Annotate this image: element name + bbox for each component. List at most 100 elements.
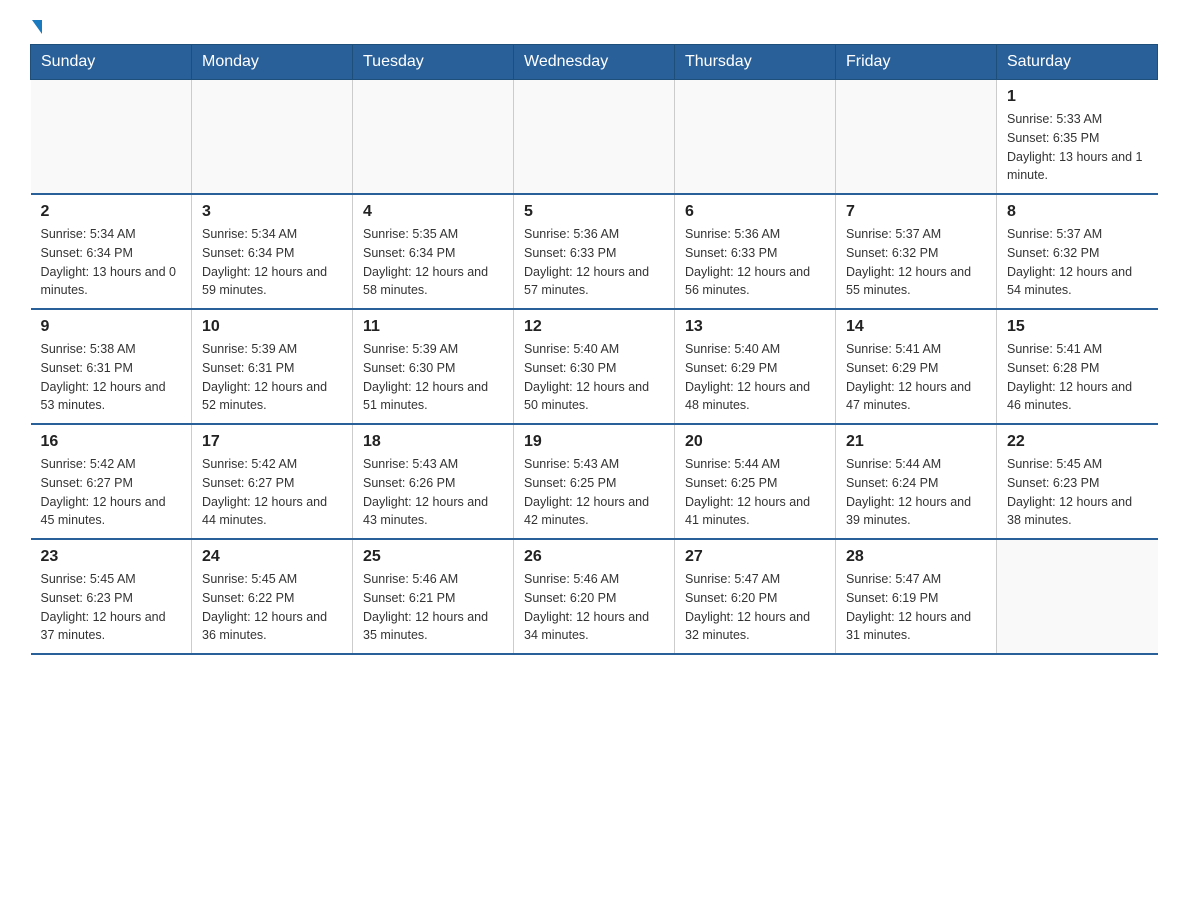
calendar-header-row: SundayMondayTuesdayWednesdayThursdayFrid… (31, 45, 1158, 80)
calendar-day-cell: 6 Sunrise: 5:36 AM Sunset: 6:33 PM Daylig… (675, 194, 836, 309)
day-info: Sunrise: 5:46 AM Sunset: 6:21 PM Dayligh… (363, 570, 503, 645)
day-number: 22 (1007, 433, 1148, 451)
day-number: 3 (202, 203, 342, 221)
day-info: Sunrise: 5:36 AM Sunset: 6:33 PM Dayligh… (524, 225, 664, 300)
day-number: 23 (41, 548, 182, 566)
day-number: 16 (41, 433, 182, 451)
calendar-day-cell: 24 Sunrise: 5:45 AM Sunset: 6:22 PM Dayli… (192, 539, 353, 654)
calendar-day-cell (192, 80, 353, 195)
calendar-day-cell (353, 80, 514, 195)
day-number: 28 (846, 548, 986, 566)
calendar-week-row: 2 Sunrise: 5:34 AM Sunset: 6:34 PM Daylig… (31, 194, 1158, 309)
day-number: 12 (524, 318, 664, 336)
calendar-day-cell: 17 Sunrise: 5:42 AM Sunset: 6:27 PM Dayli… (192, 424, 353, 539)
logo-arrow-icon (32, 20, 42, 34)
calendar-table: SundayMondayTuesdayWednesdayThursdayFrid… (30, 44, 1158, 655)
day-number: 5 (524, 203, 664, 221)
day-info: Sunrise: 5:34 AM Sunset: 6:34 PM Dayligh… (202, 225, 342, 300)
day-of-week-header: Monday (192, 45, 353, 80)
day-number: 15 (1007, 318, 1148, 336)
day-info: Sunrise: 5:36 AM Sunset: 6:33 PM Dayligh… (685, 225, 825, 300)
calendar-week-row: 1 Sunrise: 5:33 AM Sunset: 6:35 PM Daylig… (31, 80, 1158, 195)
day-info: Sunrise: 5:47 AM Sunset: 6:19 PM Dayligh… (846, 570, 986, 645)
calendar-day-cell: 20Sunrise: 5:44 AM Sunset: 6:25 PM Dayli… (675, 424, 836, 539)
day-info: Sunrise: 5:38 AM Sunset: 6:31 PM Dayligh… (41, 340, 182, 415)
day-number: 4 (363, 203, 503, 221)
day-number: 19 (524, 433, 664, 451)
calendar-day-cell: 8 Sunrise: 5:37 AM Sunset: 6:32 PM Daylig… (997, 194, 1158, 309)
calendar-day-cell: 16 Sunrise: 5:42 AM Sunset: 6:27 PM Dayli… (31, 424, 192, 539)
calendar-day-cell: 18Sunrise: 5:43 AM Sunset: 6:26 PM Dayli… (353, 424, 514, 539)
day-info: Sunrise: 5:35 AM Sunset: 6:34 PM Dayligh… (363, 225, 503, 300)
day-info: Sunrise: 5:43 AM Sunset: 6:25 PM Dayligh… (524, 455, 664, 530)
day-info: Sunrise: 5:39 AM Sunset: 6:30 PM Dayligh… (363, 340, 503, 415)
day-number: 7 (846, 203, 986, 221)
calendar-day-cell: 4 Sunrise: 5:35 AM Sunset: 6:34 PM Daylig… (353, 194, 514, 309)
day-number: 17 (202, 433, 342, 451)
day-of-week-header: Tuesday (353, 45, 514, 80)
day-info: Sunrise: 5:33 AM Sunset: 6:35 PM Dayligh… (1007, 110, 1148, 185)
day-info: Sunrise: 5:41 AM Sunset: 6:29 PM Dayligh… (846, 340, 986, 415)
day-of-week-header: Thursday (675, 45, 836, 80)
calendar-day-cell: 2 Sunrise: 5:34 AM Sunset: 6:34 PM Daylig… (31, 194, 192, 309)
calendar-day-cell: 26Sunrise: 5:46 AM Sunset: 6:20 PM Dayli… (514, 539, 675, 654)
calendar-day-cell: 7 Sunrise: 5:37 AM Sunset: 6:32 PM Daylig… (836, 194, 997, 309)
day-info: Sunrise: 5:47 AM Sunset: 6:20 PM Dayligh… (685, 570, 825, 645)
day-number: 24 (202, 548, 342, 566)
calendar-day-cell: 5 Sunrise: 5:36 AM Sunset: 6:33 PM Daylig… (514, 194, 675, 309)
calendar-week-row: 23 Sunrise: 5:45 AM Sunset: 6:23 PM Dayli… (31, 539, 1158, 654)
logo (30, 20, 42, 34)
day-number: 13 (685, 318, 825, 336)
day-info: Sunrise: 5:34 AM Sunset: 6:34 PM Dayligh… (41, 225, 182, 300)
day-info: Sunrise: 5:44 AM Sunset: 6:25 PM Dayligh… (685, 455, 825, 530)
day-of-week-header: Saturday (997, 45, 1158, 80)
day-info: Sunrise: 5:40 AM Sunset: 6:29 PM Dayligh… (685, 340, 825, 415)
day-number: 8 (1007, 203, 1148, 221)
calendar-week-row: 16 Sunrise: 5:42 AM Sunset: 6:27 PM Dayli… (31, 424, 1158, 539)
calendar-day-cell: 19 Sunrise: 5:43 AM Sunset: 6:25 PM Dayli… (514, 424, 675, 539)
calendar-day-cell: 12 Sunrise: 5:40 AM Sunset: 6:30 PM Dayli… (514, 309, 675, 424)
day-number: 1 (1007, 88, 1148, 106)
day-number: 25 (363, 548, 503, 566)
day-number: 2 (41, 203, 182, 221)
day-number: 9 (41, 318, 182, 336)
calendar-day-cell: 28 Sunrise: 5:47 AM Sunset: 6:19 PM Dayli… (836, 539, 997, 654)
day-info: Sunrise: 5:42 AM Sunset: 6:27 PM Dayligh… (41, 455, 182, 530)
calendar-day-cell: 21Sunrise: 5:44 AM Sunset: 6:24 PM Dayli… (836, 424, 997, 539)
calendar-day-cell: 9 Sunrise: 5:38 AM Sunset: 6:31 PM Daylig… (31, 309, 192, 424)
day-info: Sunrise: 5:41 AM Sunset: 6:28 PM Dayligh… (1007, 340, 1148, 415)
calendar-day-cell: 13 Sunrise: 5:40 AM Sunset: 6:29 PM Dayli… (675, 309, 836, 424)
day-number: 14 (846, 318, 986, 336)
calendar-day-cell: 10Sunrise: 5:39 AM Sunset: 6:31 PM Dayli… (192, 309, 353, 424)
calendar-day-cell: 1 Sunrise: 5:33 AM Sunset: 6:35 PM Daylig… (997, 80, 1158, 195)
day-info: Sunrise: 5:45 AM Sunset: 6:23 PM Dayligh… (1007, 455, 1148, 530)
calendar-day-cell (997, 539, 1158, 654)
day-info: Sunrise: 5:39 AM Sunset: 6:31 PM Dayligh… (202, 340, 342, 415)
day-info: Sunrise: 5:45 AM Sunset: 6:23 PM Dayligh… (41, 570, 182, 645)
calendar-week-row: 9 Sunrise: 5:38 AM Sunset: 6:31 PM Daylig… (31, 309, 1158, 424)
day-info: Sunrise: 5:37 AM Sunset: 6:32 PM Dayligh… (1007, 225, 1148, 300)
day-number: 21 (846, 433, 986, 451)
calendar-day-cell: 23 Sunrise: 5:45 AM Sunset: 6:23 PM Dayli… (31, 539, 192, 654)
calendar-day-cell: 11 Sunrise: 5:39 AM Sunset: 6:30 PM Dayli… (353, 309, 514, 424)
calendar-day-cell (514, 80, 675, 195)
day-info: Sunrise: 5:40 AM Sunset: 6:30 PM Dayligh… (524, 340, 664, 415)
day-info: Sunrise: 5:43 AM Sunset: 6:26 PM Dayligh… (363, 455, 503, 530)
day-info: Sunrise: 5:37 AM Sunset: 6:32 PM Dayligh… (846, 225, 986, 300)
day-number: 6 (685, 203, 825, 221)
calendar-day-cell: 14 Sunrise: 5:41 AM Sunset: 6:29 PM Dayli… (836, 309, 997, 424)
day-info: Sunrise: 5:42 AM Sunset: 6:27 PM Dayligh… (202, 455, 342, 530)
calendar-day-cell: 3 Sunrise: 5:34 AM Sunset: 6:34 PM Daylig… (192, 194, 353, 309)
calendar-day-cell: 22 Sunrise: 5:45 AM Sunset: 6:23 PM Dayli… (997, 424, 1158, 539)
calendar-day-cell: 25 Sunrise: 5:46 AM Sunset: 6:21 PM Dayli… (353, 539, 514, 654)
day-of-week-header: Sunday (31, 45, 192, 80)
day-of-week-header: Friday (836, 45, 997, 80)
day-info: Sunrise: 5:45 AM Sunset: 6:22 PM Dayligh… (202, 570, 342, 645)
day-number: 11 (363, 318, 503, 336)
day-number: 27 (685, 548, 825, 566)
day-of-week-header: Wednesday (514, 45, 675, 80)
calendar-day-cell (836, 80, 997, 195)
calendar-day-cell: 27 Sunrise: 5:47 AM Sunset: 6:20 PM Dayli… (675, 539, 836, 654)
day-info: Sunrise: 5:46 AM Sunset: 6:20 PM Dayligh… (524, 570, 664, 645)
page-header (30, 20, 1158, 34)
